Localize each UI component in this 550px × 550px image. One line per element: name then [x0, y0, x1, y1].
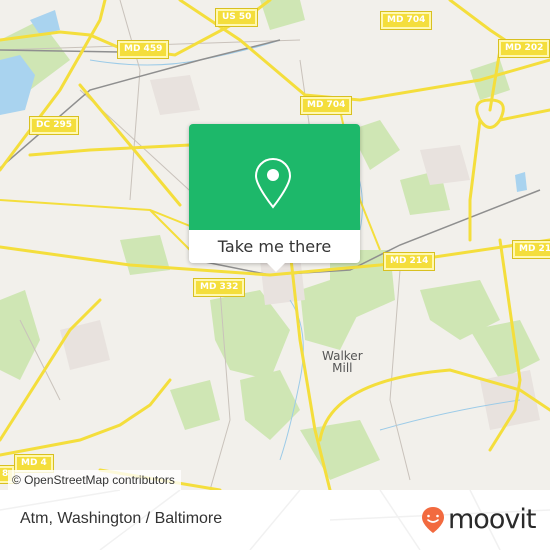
road-shield: MD 704 — [379, 11, 433, 30]
popup-pointer — [267, 263, 285, 272]
map[interactable]: US 50 MD 704 MD 459 MD 202 MD 704 DC 295… — [0, 0, 550, 490]
road-shield: MD 21 — [511, 240, 550, 259]
moovit-pin-icon — [422, 506, 444, 533]
map-pin-icon — [254, 157, 292, 209]
road-shield: US 50 — [214, 8, 259, 27]
road-shield: MD 704 — [299, 96, 353, 115]
map-attribution[interactable]: © OpenStreetMap contributors — [8, 470, 181, 490]
moovit-logo[interactable]: moovit — [421, 504, 536, 535]
road-shield: DC 295 — [29, 116, 79, 135]
road-shield: MD 459 — [116, 40, 170, 59]
take-me-there-button[interactable]: Take me there — [189, 230, 360, 263]
road-shield: MD 332 — [192, 278, 246, 297]
place-label-walker-mill: Walker Mill — [322, 349, 363, 375]
road-shield: MD 202 — [497, 39, 550, 58]
moovit-brand-text: moovit — [448, 504, 536, 535]
road-shield: MD 214 — [382, 252, 436, 271]
popup-header[interactable] — [189, 124, 360, 230]
take-me-there-popup[interactable]: Take me there — [189, 124, 360, 272]
location-title: Atm, Washington / Baltimore — [20, 510, 223, 527]
